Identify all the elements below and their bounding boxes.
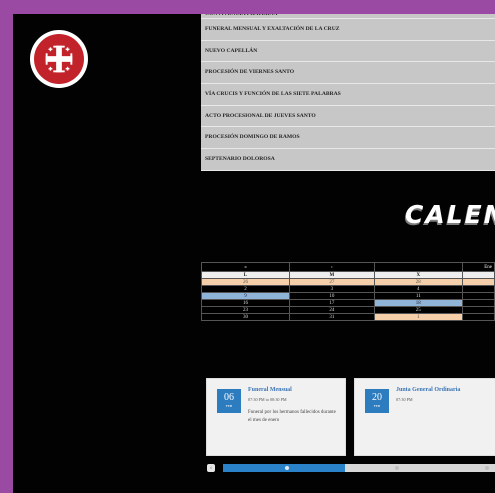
calendar-day[interactable]: 27	[288, 278, 375, 286]
weekday-header: X	[373, 271, 463, 279]
calendar-day[interactable]	[461, 299, 495, 307]
calendar-day[interactable]	[461, 306, 495, 314]
weekday-header: L	[201, 271, 290, 279]
slider-dot[interactable]	[485, 466, 489, 470]
events-menu: CONVIVENCIA FRATERNA FUNERAL MENSUAL Y E…	[201, 14, 495, 171]
calendar-week-row: 2 3 4	[201, 285, 495, 293]
calendar-day[interactable]: 28	[373, 278, 463, 286]
event-month: FEB	[225, 404, 233, 408]
slider-track[interactable]	[223, 464, 495, 472]
calendar-day[interactable]: 25	[373, 306, 463, 314]
brotherhood-logo[interactable]	[30, 30, 88, 88]
weekday-header: M	[288, 271, 375, 279]
calendar-day[interactable]: 23	[201, 306, 290, 314]
calendar-day[interactable]: 1	[373, 313, 463, 321]
logo-ring	[34, 34, 84, 84]
calendar-weekday-row: L M X	[201, 271, 495, 279]
calendar-week-row: 9 10 11	[201, 292, 495, 300]
slider-prev-button[interactable]: ‹	[207, 464, 215, 472]
menu-item[interactable]: SEPTENARIO DOLOROSA	[201, 149, 495, 171]
calendar-day[interactable]	[461, 292, 495, 300]
calendar-day[interactable]: 11	[373, 292, 463, 300]
page-viewport: CONVIVENCIA FRATERNA FUNERAL MENSUAL Y E…	[13, 14, 495, 493]
event-day: 20	[372, 392, 382, 403]
event-card[interactable]: 20 FEB Junta General Ordinaria 07:30 PM	[354, 378, 495, 456]
calendar-table: « ‹ Ene L M X 26 27 28 2 3 4 9 10 11 16 …	[201, 262, 495, 321]
calendar-prev-button[interactable]: «	[201, 262, 290, 272]
menu-item[interactable]: VÍA CRUCIS Y FUNCIÓN DE LAS SIETE PALABR…	[201, 84, 495, 106]
calendar-day[interactable]	[461, 285, 495, 293]
slider-dot[interactable]	[285, 466, 289, 470]
calendar-day[interactable]: 10	[288, 292, 375, 300]
calendar-day[interactable]: 4	[373, 285, 463, 293]
calendar-day[interactable]: 30	[201, 313, 290, 321]
event-month: FEB	[373, 404, 381, 408]
event-time: 07:30 PM	[396, 397, 413, 402]
calendar-heading: CALEN	[405, 200, 495, 229]
event-time: 07:30 PM to 08:30 PM	[248, 397, 287, 402]
calendar-prev-month-button[interactable]: ‹	[288, 262, 375, 272]
calendar-day[interactable]	[461, 278, 495, 286]
event-title[interactable]: Funeral Mensual	[248, 387, 292, 393]
event-card[interactable]: 06 FEB Funeral Mensual 07:30 PM to 08:30…	[206, 378, 346, 456]
calendar-day[interactable]: 24	[288, 306, 375, 314]
calendar-day[interactable]: 31	[288, 313, 375, 321]
calendar-day[interactable]: 17	[288, 299, 375, 307]
calendar-day[interactable]: 2	[201, 285, 290, 293]
menu-item[interactable]: FUNERAL MENSUAL Y EXALTACIÓN DE LA CRUZ	[201, 19, 495, 41]
calendar-month-label: Ene	[461, 262, 495, 272]
event-title[interactable]: Junta General Ordinaria	[396, 387, 460, 393]
calendar-day[interactable]	[461, 313, 495, 321]
calendar-nav: « ‹ Ene	[201, 262, 495, 272]
calendar-week-row: 23 24 25	[201, 306, 495, 314]
event-day: 06	[224, 392, 234, 403]
menu-item[interactable]: PROCESIÓN DE VIERNES SANTO	[201, 62, 495, 85]
menu-item[interactable]: NUEVO CAPELLÁN	[201, 41, 495, 63]
calendar-week-row: 30 31 1	[201, 313, 495, 321]
calendar-week-row: 26 27 28	[201, 278, 495, 286]
weekday-header	[461, 271, 495, 279]
menu-item[interactable]: ACTO PROCESIONAL DE JUEVES SANTO	[201, 106, 495, 128]
jerusalem-cross-icon	[45, 45, 73, 73]
calendar-day[interactable]: 3	[288, 285, 375, 293]
calendar-day[interactable]: 26	[201, 278, 290, 286]
event-date-badge: 20 FEB	[365, 389, 389, 413]
event-description: Funeral por los hermanos fallecidos dura…	[248, 410, 336, 423]
calendar-day[interactable]: 16	[201, 299, 290, 307]
menu-item[interactable]: PROCESIÓN DOMINGO DE RAMOS	[201, 127, 495, 150]
calendar-day-today[interactable]: 9	[201, 292, 290, 300]
calendar-day-event[interactable]: 18	[373, 299, 463, 307]
calendar-week-row: 16 17 18	[201, 299, 495, 307]
event-date-badge: 06 FEB	[217, 389, 241, 413]
calendar-spacer	[373, 262, 463, 272]
slider-dot[interactable]	[395, 466, 399, 470]
